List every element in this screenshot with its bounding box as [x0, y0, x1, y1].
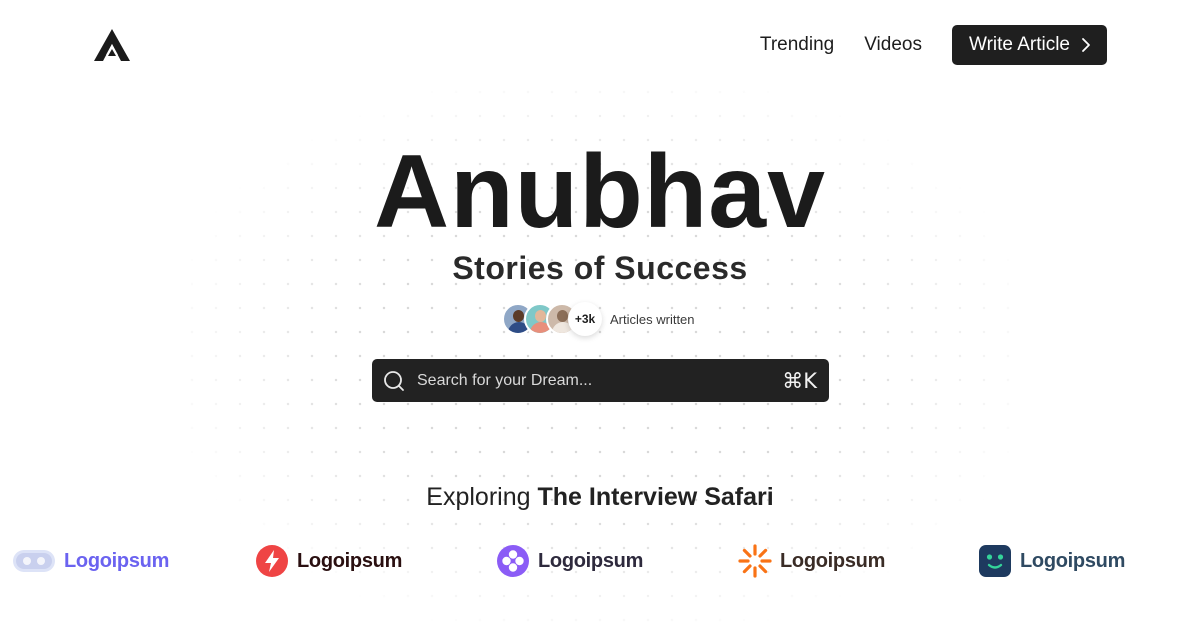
search-bar[interactable]: ⌘K [372, 359, 829, 402]
articles-count-badge: +3k [568, 302, 602, 336]
brand-logo-icon[interactable] [92, 27, 132, 63]
hero-title: Anubhav [374, 134, 826, 250]
keyboard-shortcut-hint: ⌘K [782, 368, 817, 393]
partner-logo-name: Logoipsum [538, 549, 644, 572]
lightning-logo-icon [256, 545, 288, 577]
partner-logo-name: Logoipsum [780, 549, 886, 572]
chevron-right-icon [1082, 38, 1090, 52]
write-article-button[interactable]: Write Article [951, 25, 1107, 65]
partner-logo-name: Logoipsum [1020, 549, 1126, 572]
partner-logo-name: Logoipsum [297, 549, 403, 572]
partner-logo[interactable]: Logoipsum [255, 543, 402, 579]
partner-logo[interactable]: Logoipsum [496, 543, 643, 579]
articles-label: Articles written [610, 311, 695, 327]
search-input[interactable] [417, 371, 783, 390]
nav-link-trending[interactable]: Trending [760, 34, 834, 56]
nav-link-videos[interactable]: Videos [864, 34, 922, 56]
sunburst-logo-icon [738, 544, 772, 578]
smiley-logo-icon [979, 545, 1011, 577]
articles-stats: +3k Articles written [502, 302, 695, 336]
partner-logo[interactable]: Logoipsum [738, 543, 885, 579]
toggle-logo-icon [13, 550, 55, 572]
section-title-prefix: Exploring [426, 483, 531, 511]
landing-page: Trending Videos Write Article Anubhav St… [0, 0, 1200, 630]
partner-logo[interactable]: Logoipsum [12, 543, 169, 579]
search-icon [384, 370, 404, 391]
hero-subtitle: Stories of Success [452, 250, 748, 286]
section-title-emphasis: The Interview Safari [537, 483, 774, 511]
section-title: Exploring The Interview Safari [0, 483, 1200, 512]
top-nav: Trending Videos Write Article [760, 25, 1107, 65]
partner-logo-name: Logoipsum [64, 549, 170, 572]
partner-logo[interactable]: Logoipsum [978, 543, 1125, 579]
partner-logos: Logoipsum Logoipsum Logoipsum Logoipsum … [12, 543, 1125, 579]
flower-logo-icon [497, 545, 529, 577]
write-article-label: Write Article [968, 34, 1070, 55]
